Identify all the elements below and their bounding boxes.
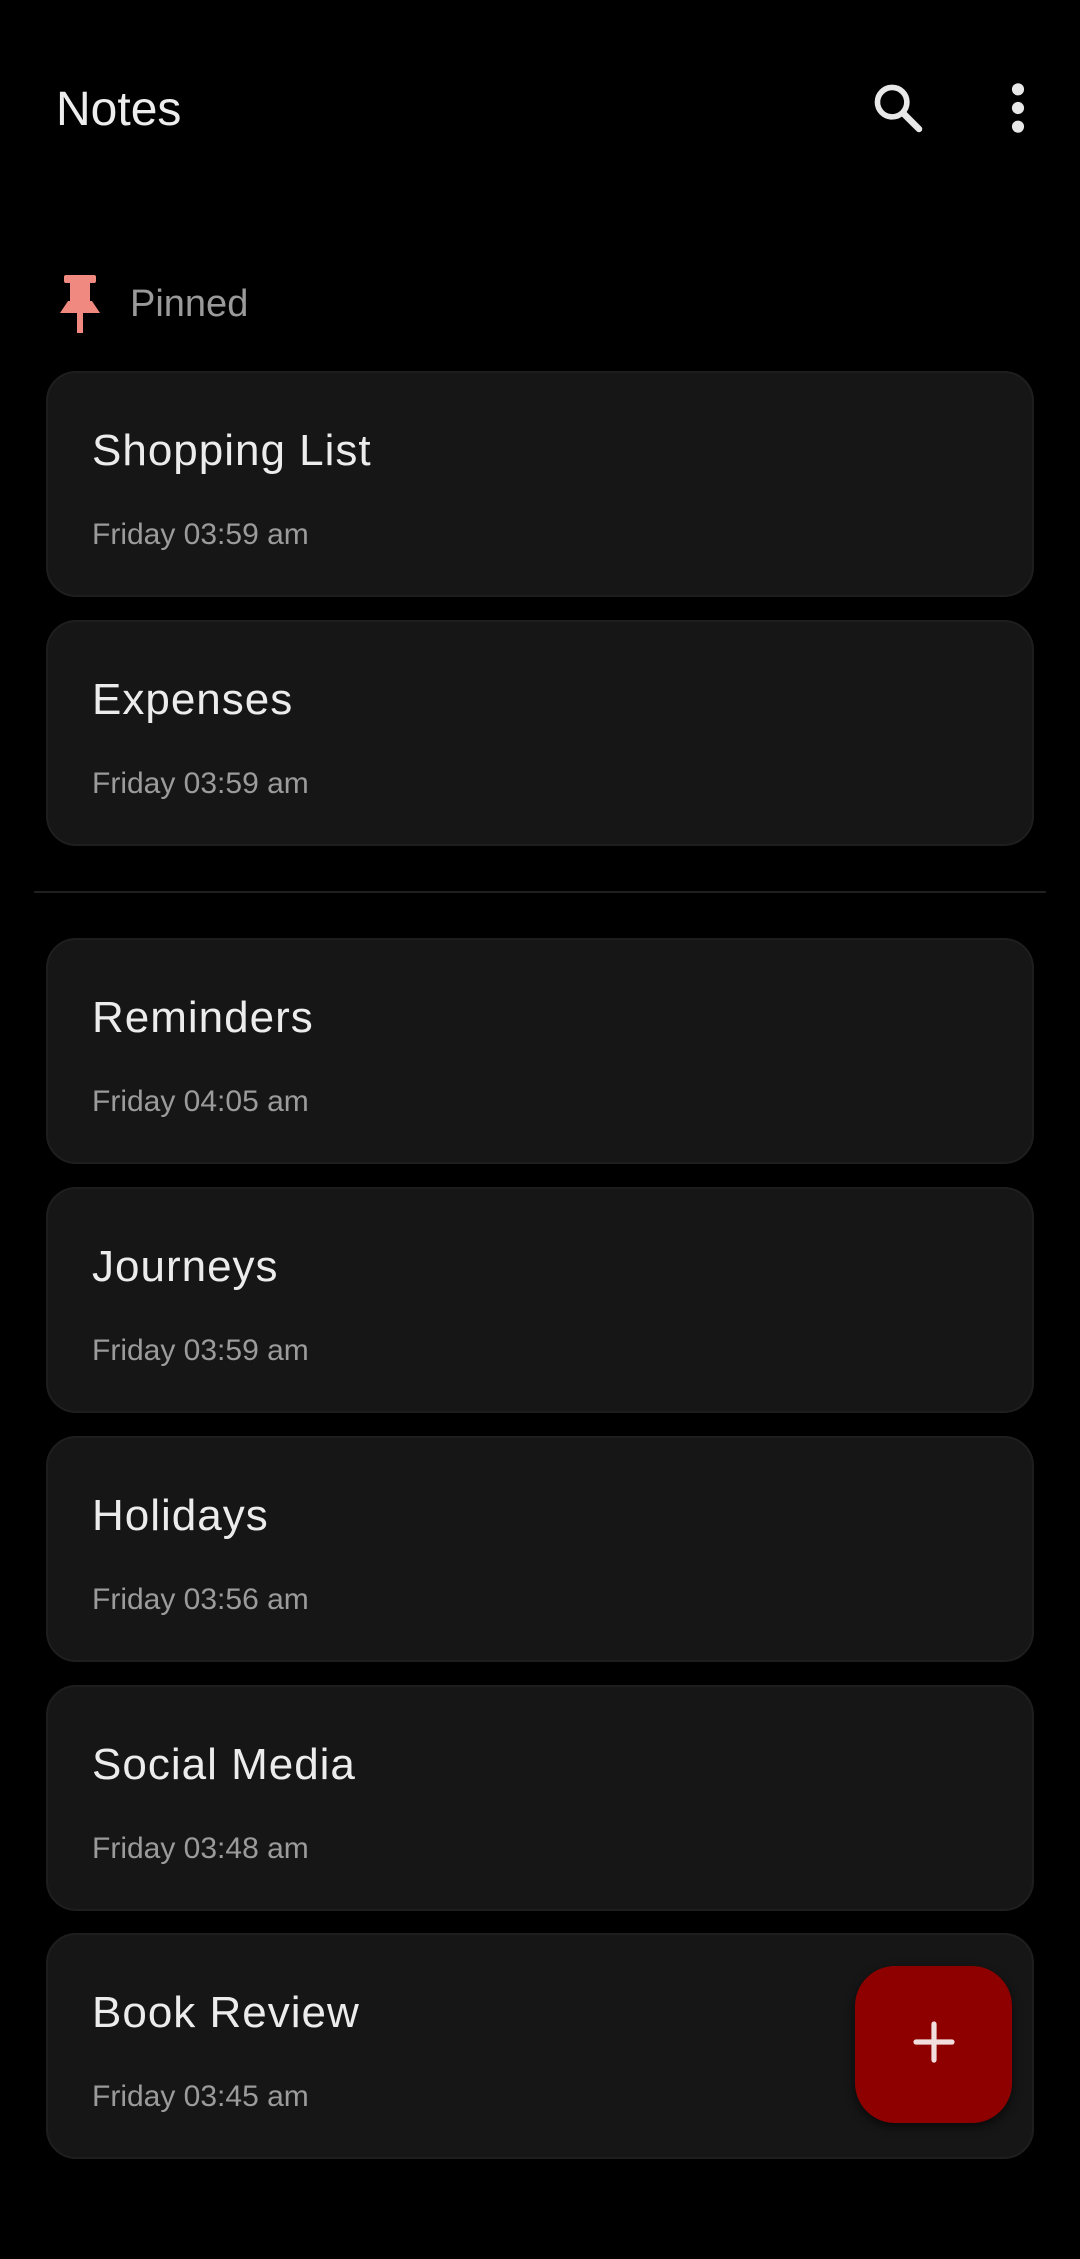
search-icon (870, 80, 926, 141)
plus-icon (910, 2018, 958, 2071)
note-title: Book Review (92, 1988, 360, 2037)
search-button[interactable] (850, 62, 946, 158)
note-card-social-media[interactable]: Social Media Friday 03:48 am (46, 1685, 1034, 1911)
note-card-reminders[interactable]: Reminders Friday 04:05 am (46, 938, 1034, 1164)
add-note-button[interactable] (855, 1966, 1012, 2123)
note-title: Social Media (92, 1740, 356, 1789)
note-title: Journeys (92, 1242, 279, 1291)
note-timestamp: Friday 04:05 am (92, 1085, 309, 1118)
note-timestamp: Friday 03:59 am (92, 518, 309, 551)
section-divider (34, 891, 1046, 893)
more-vertical-icon (1008, 80, 1028, 141)
note-timestamp: Friday 03:59 am (92, 767, 309, 800)
pinned-label: Pinned (130, 282, 249, 325)
note-card-expenses[interactable]: Expenses Friday 03:59 am (46, 620, 1034, 846)
note-timestamp: Friday 03:56 am (92, 1583, 309, 1616)
app-bar: Notes (0, 0, 1080, 220)
note-timestamp: Friday 03:48 am (92, 1832, 309, 1865)
note-card-holidays[interactable]: Holidays Friday 03:56 am (46, 1436, 1034, 1662)
note-card-journeys[interactable]: Journeys Friday 03:59 am (46, 1187, 1034, 1413)
note-card-shopping-list[interactable]: Shopping List Friday 03:59 am (46, 371, 1034, 597)
page-title: Notes (56, 83, 182, 136)
note-timestamp: Friday 03:59 am (92, 1334, 309, 1367)
note-title: Holidays (92, 1491, 269, 1540)
note-title: Shopping List (92, 426, 372, 475)
note-title: Reminders (92, 993, 314, 1042)
note-timestamp: Friday 03:45 am (92, 2080, 309, 2113)
more-options-button[interactable] (970, 62, 1066, 158)
note-title: Expenses (92, 675, 294, 724)
pinned-section-header: Pinned (56, 272, 248, 336)
pin-icon (56, 274, 104, 334)
